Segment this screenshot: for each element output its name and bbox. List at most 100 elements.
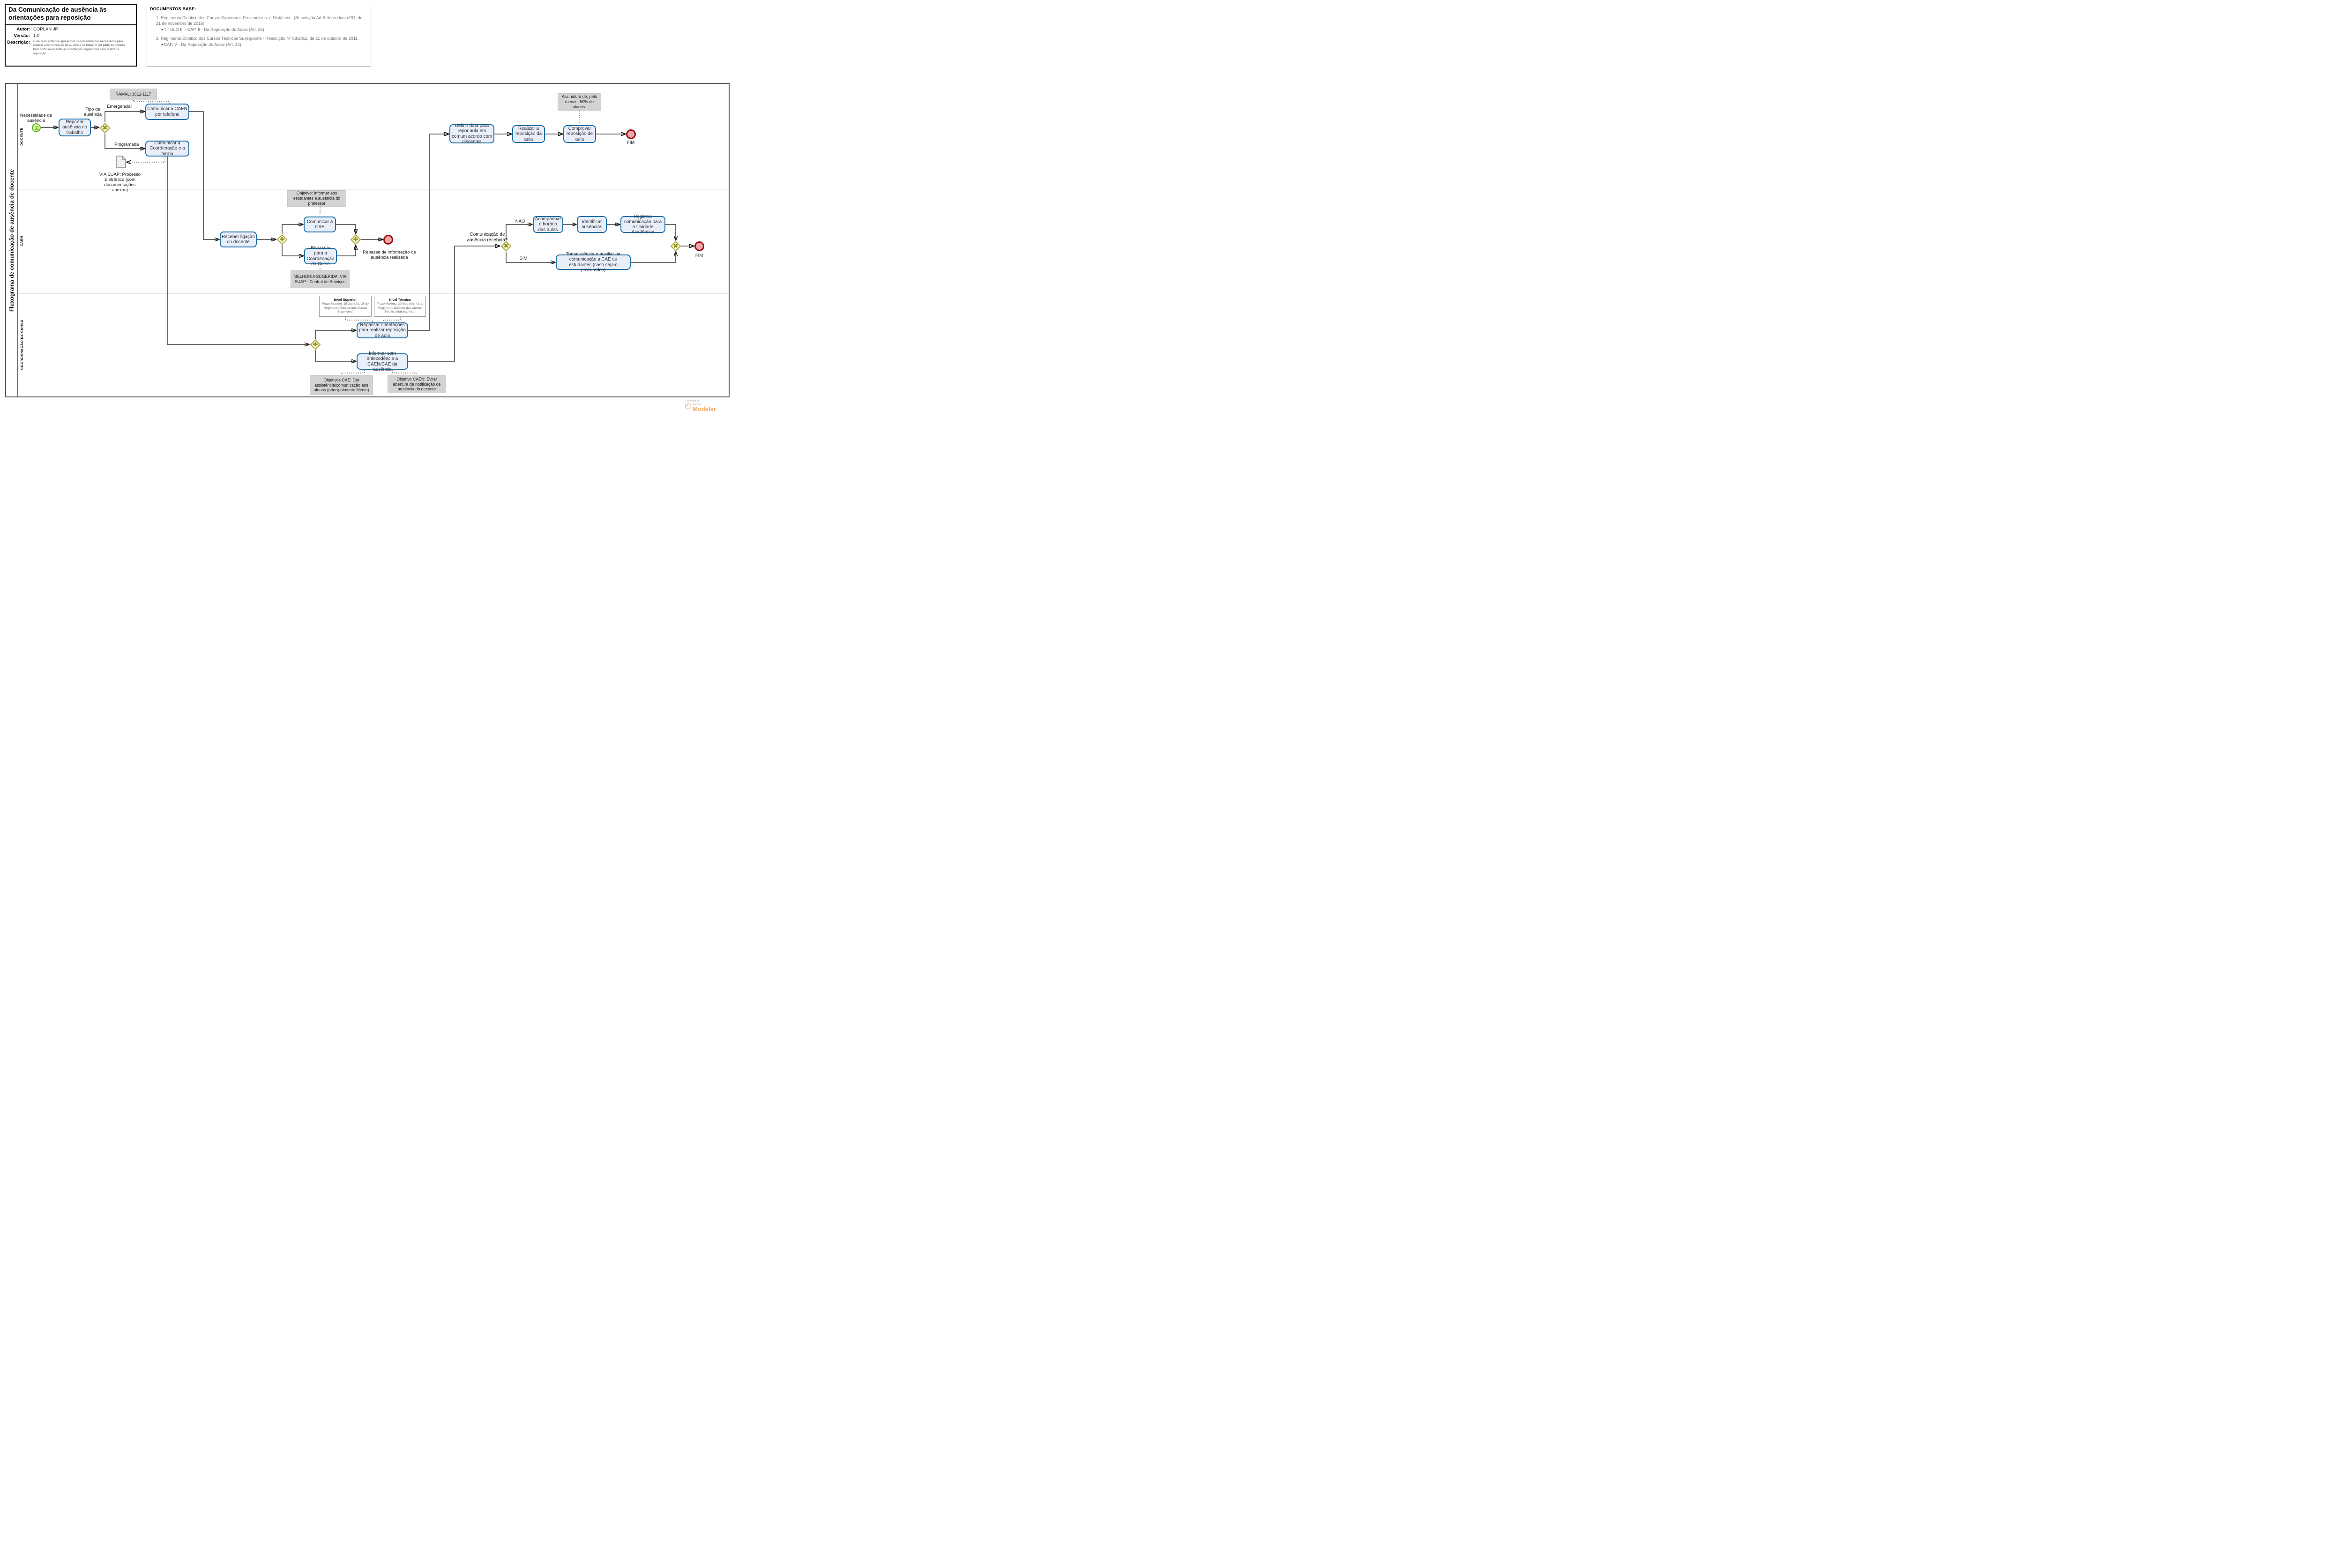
end-event-repasse <box>383 235 393 245</box>
annotation-text: Objetivo CAEN: Evitar abertura de notifi… <box>389 377 444 392</box>
annotation-objetivo-caen: Objetivo CAEN: Evitar abertura de notifi… <box>388 375 446 393</box>
task-definir-data: Definir data para repor aula em comum ac… <box>449 124 494 143</box>
gateway-comunicacao-recebida: ✖ <box>500 240 512 252</box>
description-label: Descrição: <box>6 40 30 56</box>
powered-by-label: Powered by <box>686 400 727 403</box>
pool-title: Fluxograma de comunicação de ausência de… <box>8 169 15 311</box>
task-receber-ligacao: Receber ligação do docente <box>220 231 257 247</box>
task-realizar-reposicao: Realizar a reposição da aula <box>512 125 545 143</box>
exclusive-gateway-icon: ✖ <box>670 240 681 252</box>
gateway-parallel-join: ✚ <box>350 234 361 245</box>
task-tomar-ciencia: Tomar ciência e auxiliar na comunicação … <box>556 254 631 270</box>
lane-docente: DOCENTE <box>18 84 25 189</box>
base-documents-box: DOCUMENTOS BASE: 1. Regimento Didático d… <box>147 4 371 67</box>
process-title: Da Comunicação de ausência às orientaçõe… <box>6 5 136 25</box>
document-subitem: TÍTULO III - CAP. II - Da Reposição de A… <box>161 27 364 32</box>
author-label: Autor: <box>6 27 30 32</box>
parallel-gateway-icon: ✚ <box>276 234 288 245</box>
end-event-docente <box>626 129 636 139</box>
task-label: Definir data para repor aula em comum ac… <box>451 123 492 144</box>
task-comunicar-caen-telefone: Comunicar a CAEN por telefone <box>145 104 189 120</box>
start-event-label: Necessidade de ausência <box>17 113 55 124</box>
gateway-tipo-ausencia: ✖ <box>99 122 111 134</box>
document-item: 2. Regimento Didático dos Cursos Técnico… <box>156 36 364 41</box>
parallel-gateway-icon: ✚ <box>310 339 321 350</box>
task-repassar-orientacoes: Repassar orientações para realizar repos… <box>357 322 408 338</box>
description-value: Esse fluxo pretende apresentar os proced… <box>33 40 133 56</box>
annotation-ramal: RAMAL: 3612-1117 <box>110 89 157 100</box>
task-label: Reportar ausência no trabalho <box>60 119 89 135</box>
lane-coordenacao: COORDENAÇÃO DE CURSO <box>18 293 25 396</box>
task-registrar-comunicacao: Registrar comunicação para a Unidade Aca… <box>620 216 665 233</box>
task-label: Realizar a reposição da aula <box>514 126 543 142</box>
annotation-objetivo-cae: Objetivo: Informar aos estudantes a ausê… <box>287 190 346 207</box>
task-comunicar-coordenacao-turma: Comunicar à Coordenação e a turma <box>145 141 189 157</box>
gateway-parallel-coordenacao: ✚ <box>310 339 321 350</box>
task-label: Comunicar a CAEN por telefone <box>147 106 187 117</box>
exclusive-gateway-icon: ✖ <box>500 240 512 252</box>
version-label: Versão: <box>6 33 30 38</box>
document-label-via-suap: VIA SUAP: Processo Eletrônico (com docum… <box>97 172 143 193</box>
modeler-label: Modeler <box>693 406 716 412</box>
annotation-text: MELHORIA SUGERIDA: VIA SUAP - Central de… <box>292 274 348 284</box>
task-label: Identificar ausências <box>579 219 605 230</box>
gateway-exclusive-join: ✖ <box>670 240 681 252</box>
annotation-title: Nível Técnico <box>374 298 425 302</box>
lane-label-coordenacao: COORDENAÇÃO DE CURSO <box>20 320 24 370</box>
task-label: Repassar orientações para realizar repos… <box>358 322 406 338</box>
task-label: Comprovar reposição de aula <box>565 126 594 142</box>
parallel-gateway-icon: ✚ <box>350 234 361 245</box>
exclusive-gateway-icon: ✖ <box>99 122 111 134</box>
process-title-box: Da Comunicação de ausência às orientaçõe… <box>5 4 137 67</box>
task-label: Acompanhar o horário das aulas <box>535 217 561 232</box>
edge-label-nao: NÃO <box>514 219 527 224</box>
end-event-caen <box>694 241 704 251</box>
bpmn-pool: Fluxograma de comunicação de ausência de… <box>5 83 730 397</box>
annotation-nivel-tecnico: Nível Técnico Prazo Máximo: 30 dias (Art… <box>374 296 426 317</box>
task-comprovar-reposicao: Comprovar reposição de aula <box>563 125 596 143</box>
document-item: 1. Regimento Didático dos Cursos Superio… <box>156 15 364 26</box>
end-event-label-fim: FIM <box>624 141 638 146</box>
annotation-body: Prazo Máximo: 30 dias (Art. 42 do Regime… <box>376 302 424 314</box>
annotation-objetivos-cae: Objetivos CAE: Dar assistência/comunicaç… <box>310 375 373 395</box>
document-icon <box>116 156 126 168</box>
pool-title-strip: Fluxograma de comunicação de ausência de… <box>6 84 18 396</box>
annotation-text: Assinatura de, pelo menos, 50% de alunos… <box>560 94 599 110</box>
annotation-melhoria: MELHORIA SUGERIDA: VIA SUAP - Central de… <box>291 270 350 288</box>
base-documents-heading: DOCUMENTOS BASE: <box>147 4 371 11</box>
annotation-title: Nível Superior <box>320 298 371 302</box>
task-identificar-ausencias: Identificar ausências <box>577 216 607 233</box>
lane-label-docente: DOCENTE <box>20 127 24 145</box>
annotation-nivel-superior: Nível Superior Prazo Máximo: 15 dias (Ar… <box>319 296 372 317</box>
lane-caen: CAEN <box>18 189 25 293</box>
task-reportar-ausencia: Reportar ausência no trabalho <box>59 119 91 136</box>
task-label: Comunicar a CAE <box>306 219 334 230</box>
gateway-tipo-label: Tipo de ausência <box>78 107 107 118</box>
task-label: Registrar comunicação para a Unidade Aca… <box>622 214 664 235</box>
bizagi-branding: Powered by bizagi Modeler <box>685 400 727 412</box>
version-value: 1.0 <box>33 33 39 38</box>
end-event-label-fim2: FIM <box>692 254 706 259</box>
task-label: Comunicar à Coordenação e a turma <box>147 141 187 156</box>
annotation-text: Objetivo: Informar aos estudantes a ausê… <box>289 191 344 206</box>
end-event-label-repasse: Repasse de informação de ausência realiz… <box>359 250 420 261</box>
annotation-text: RAMAL: 3612-1117 <box>116 92 151 97</box>
gateway-parallel-split: ✚ <box>276 234 288 245</box>
task-acompanhar-horario: Acompanhar o horário das aulas <box>533 216 563 233</box>
task-label: Repassar para a Coordenação do Curso <box>306 246 335 266</box>
task-comunicar-cae: Comunicar a CAE <box>304 217 336 232</box>
start-event <box>32 123 41 132</box>
author-value: COPLAN JP <box>33 27 58 32</box>
task-label: Informar com antecedência a CAEN/CAE da … <box>358 351 406 372</box>
task-label: Receber ligação do docente <box>222 234 255 245</box>
conditional-list-icon <box>35 126 38 130</box>
task-informar-antecedencia: Informar com antecedência a CAEN/CAE da … <box>357 353 408 370</box>
task-repassar-coordenacao-curso: Repassar para a Coordenação do Curso <box>304 248 337 264</box>
bizagi-hexagon-icon <box>685 403 691 410</box>
edge-label-emergencial: Emergencial <box>107 105 131 110</box>
annotation-body: Prazo Máximo: 15 dias (Art. 26 do Regime… <box>321 302 369 314</box>
annotation-text: Objetivos CAE: Dar assistência/comunicaç… <box>312 378 371 393</box>
bpmn-diagram-page: Da Comunicação de ausência às orientaçõe… <box>0 0 735 435</box>
edge-label-programada: Programada <box>114 142 139 148</box>
task-label: Tomar ciência e auxiliar na comunicação … <box>558 252 629 272</box>
